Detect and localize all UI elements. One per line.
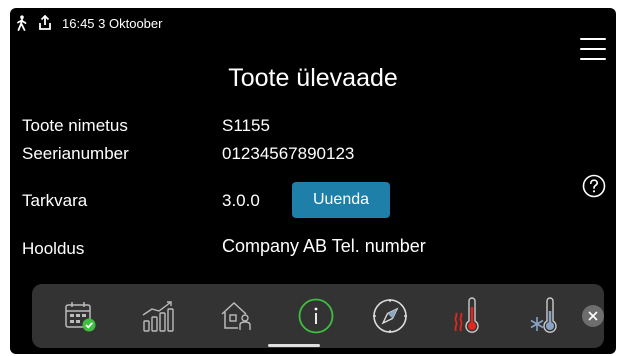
bar-chart-icon[interactable]	[136, 294, 180, 338]
serial-number-label: Seerianumber	[22, 144, 129, 163]
product-overview-screen: 16:45 3 Oktoober Toote ülevaade Toote ni…	[10, 8, 616, 354]
close-icon[interactable]	[582, 305, 604, 327]
bottom-dock	[32, 284, 604, 348]
house-person-icon[interactable]	[214, 294, 258, 338]
info-circle-icon[interactable]	[294, 294, 338, 338]
upload-icon	[38, 15, 52, 31]
product-name-label: Toote nimetus	[22, 116, 128, 135]
thermometer-heating-icon[interactable]	[446, 294, 490, 338]
thermometer-cooling-icon[interactable]	[524, 294, 568, 338]
serial-number-value: 01234567890123	[222, 144, 355, 163]
status-bar: 16:45 3 Oktoober	[16, 14, 162, 32]
service-label: Hooldus	[22, 239, 85, 258]
calendar-check-icon[interactable]	[58, 294, 102, 338]
service-value: Company AB Tel. number	[222, 236, 426, 256]
question-circle-icon[interactable]	[582, 174, 606, 198]
software-label: Tarkvara	[22, 191, 88, 210]
update-button[interactable]: Uuenda	[292, 182, 390, 218]
active-page-indicator	[268, 344, 320, 347]
product-name-value: S1155	[222, 116, 270, 135]
software-version-value: 3.0.0	[222, 191, 260, 210]
person-walking-icon	[16, 15, 28, 31]
compass-icon[interactable]	[368, 294, 412, 338]
page-title: Toote ülevaade	[228, 64, 398, 92]
hamburger-menu-icon[interactable]	[580, 38, 606, 60]
status-time-date: 16:45 3 Oktoober	[62, 15, 163, 31]
